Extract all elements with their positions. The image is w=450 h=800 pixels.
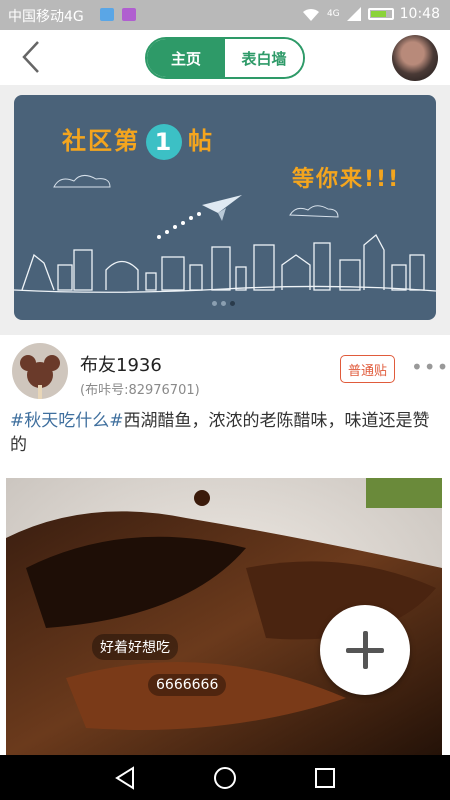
banner-subtitle: 等你来!!! xyxy=(292,167,401,192)
clock-time: 10:48 xyxy=(399,6,440,22)
add-post-button[interactable] xyxy=(320,605,410,695)
signal-icon xyxy=(346,7,361,21)
tab-home[interactable]: 主页 xyxy=(147,39,225,77)
carousel-dot xyxy=(212,301,217,306)
more-dots-icon[interactable]: ••• xyxy=(411,357,449,377)
post-author-avatar[interactable] xyxy=(12,343,68,399)
notification-app-icon xyxy=(100,8,114,21)
back-triangle-icon[interactable] xyxy=(113,765,139,791)
carousel-dot xyxy=(221,301,226,306)
wifi-icon xyxy=(302,8,319,21)
mickey-ice-cream-icon xyxy=(20,355,60,399)
chevron-left-icon[interactable] xyxy=(16,38,48,76)
carrier-label: 中国移动4G xyxy=(8,9,84,25)
post-type-badge: 普通贴 xyxy=(340,355,395,383)
post-author-id: (布咔号:82976701) xyxy=(80,383,200,398)
carousel-indicator xyxy=(212,301,235,306)
recent-square-icon[interactable] xyxy=(312,765,338,791)
network-type-label: 4G xyxy=(326,9,340,19)
home-circle-icon[interactable] xyxy=(212,765,238,791)
notification-gallery-icon xyxy=(122,8,136,21)
danmu-comment: 好着好想吃 xyxy=(92,634,178,660)
banner-title: 社区第 1 帖 xyxy=(62,121,214,160)
user-avatar[interactable] xyxy=(392,35,438,81)
post-content: #秋天吃什么#西湖醋鱼，浓浓的老陈醋味，味道还是赞的 xyxy=(10,409,440,457)
post-header: 布友1936 (布咔号:82976701) 普通贴 ••• xyxy=(0,335,450,405)
status-bar: 中国移动4G 4G 10:48 xyxy=(0,0,450,30)
battery-icon xyxy=(367,8,394,20)
tab-switcher: 主页 表白墙 xyxy=(145,37,305,79)
tab-confession-wall[interactable]: 表白墙 xyxy=(225,39,303,77)
post-author-name[interactable]: 布友1936 xyxy=(80,351,162,377)
post-hashtag[interactable]: #秋天吃什么# xyxy=(10,411,124,431)
top-nav-bar: 主页 表白墙 xyxy=(0,30,450,85)
carousel-dot-active xyxy=(230,301,235,306)
system-nav-bar xyxy=(0,755,450,800)
promo-banner[interactable]: 社区第 1 帖 等你来!!! xyxy=(14,95,436,320)
banner-number-badge: 1 xyxy=(146,124,182,160)
danmu-comment: 6666666 xyxy=(148,674,227,696)
